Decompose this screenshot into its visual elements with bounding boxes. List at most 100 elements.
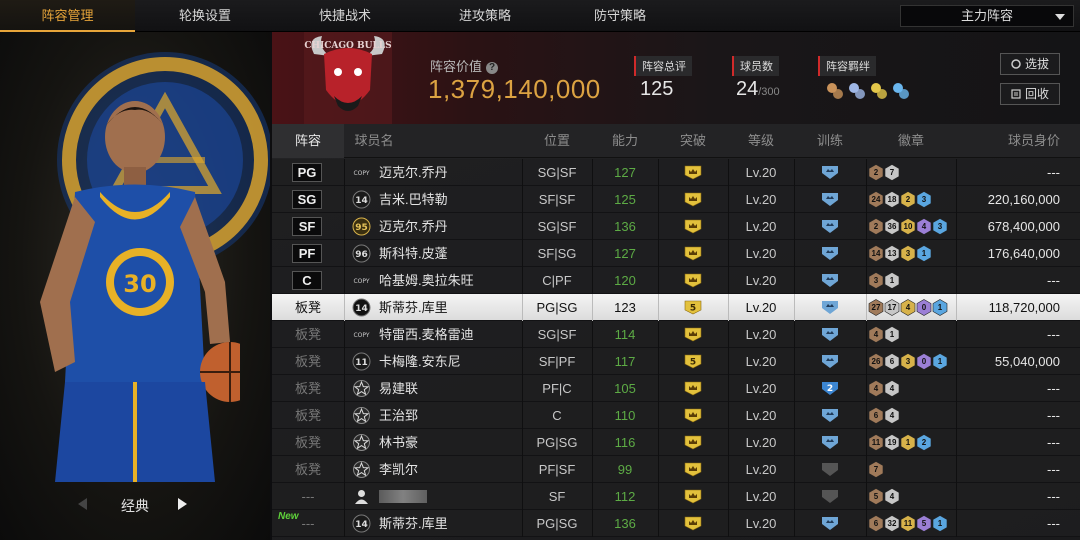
- breakthrough-crown-icon[interactable]: [684, 327, 702, 342]
- tab-offense-strategy[interactable]: 进攻策略: [415, 0, 555, 32]
- training-icon[interactable]: [820, 272, 840, 288]
- lineup-slot-label[interactable]: 板凳: [272, 321, 344, 348]
- breakthrough-crown-icon[interactable]: [684, 489, 702, 504]
- badge-blue[interactable]: 1: [932, 353, 948, 370]
- player-name[interactable]: 李凯尔: [379, 456, 418, 483]
- bond-icon-4[interactable]: [893, 83, 909, 99]
- breakthrough-crown-icon[interactable]: [684, 165, 702, 180]
- training-icon[interactable]: [820, 407, 840, 423]
- badge-bronze[interactable]: 5: [868, 488, 884, 505]
- player-name[interactable]: 易建联: [379, 375, 418, 402]
- player-name[interactable]: 王治郅: [379, 402, 418, 429]
- training-icon[interactable]: [820, 245, 840, 261]
- badge-silver[interactable]: 32: [884, 515, 900, 532]
- breakthrough-crown-icon[interactable]: [684, 246, 702, 261]
- badge-silver[interactable]: 4: [884, 488, 900, 505]
- player-name[interactable]: 迈克尔.乔丹: [379, 213, 448, 240]
- select-button[interactable]: 选拔: [1000, 53, 1060, 75]
- player-name[interactable]: 斯科特.皮蓬: [379, 240, 448, 267]
- badge-blue[interactable]: 3: [916, 191, 932, 208]
- badge-gold[interactable]: 10: [900, 218, 916, 235]
- badge-bronze[interactable]: 7: [868, 461, 884, 478]
- player-name[interactable]: 卡梅隆.安东尼: [379, 348, 461, 375]
- badge-blue[interactable]: 1: [932, 299, 948, 316]
- badge-purple[interactable]: 4: [916, 218, 932, 235]
- badge-bronze[interactable]: 14: [868, 245, 884, 262]
- badge-silver[interactable]: 17: [884, 299, 900, 316]
- badge-bronze[interactable]: 4: [868, 380, 884, 397]
- badge-gold[interactable]: 11: [900, 515, 916, 532]
- breakthrough-crown-icon[interactable]: [684, 192, 702, 207]
- player-name[interactable]: 特雷西.麦格雷迪: [379, 321, 474, 348]
- badge-silver[interactable]: 1: [884, 272, 900, 289]
- col-training[interactable]: 训练: [794, 124, 866, 158]
- player-name[interactable]: 吉米.巴特勒: [379, 186, 448, 213]
- table-row[interactable]: 板凳 COPY 特雷西.麦格雷迪 SG|SF 114 Lv.20 4 1 ---: [272, 321, 1080, 348]
- table-row[interactable]: 板凳 王治郅 C 110 Lv.20 6 4 ---: [272, 402, 1080, 429]
- badge-gold[interactable]: 1: [900, 434, 916, 451]
- lineup-slot-label[interactable]: 板凳: [272, 348, 344, 375]
- badge-blue[interactable]: 3: [932, 218, 948, 235]
- training-locked-icon[interactable]: [820, 488, 840, 504]
- lineup-slot-badge[interactable]: C: [292, 271, 322, 290]
- badge-bronze[interactable]: 24: [868, 191, 884, 208]
- table-row[interactable]: SG 14 吉米.巴特勒 SF|SF 125 Lv.20 24 18 2 3 220,160,000: [272, 186, 1080, 213]
- badge-purple[interactable]: 5: [916, 515, 932, 532]
- badge-bronze[interactable]: 26: [868, 353, 884, 370]
- tab-lineup-management[interactable]: 阵容管理: [0, 0, 135, 32]
- badge-silver[interactable]: 7: [884, 164, 900, 181]
- training-icon[interactable]: [820, 299, 840, 315]
- help-icon[interactable]: ?: [486, 62, 499, 74]
- badge-silver[interactable]: 4: [884, 380, 900, 397]
- badge-bronze[interactable]: 2: [868, 218, 884, 235]
- col-price[interactable]: 球员身价: [972, 124, 1080, 158]
- training-icon[interactable]: [820, 515, 840, 531]
- lineup-slot-badge[interactable]: PF: [292, 244, 322, 263]
- bond-icons[interactable]: [824, 80, 914, 102]
- badge-blue[interactable]: 1: [932, 515, 948, 532]
- col-player-name[interactable]: 球员名: [344, 124, 404, 158]
- lineup-slot-label[interactable]: 板凳: [272, 429, 344, 456]
- recycle-button[interactable]: 回收: [1000, 83, 1060, 105]
- table-row[interactable]: --- SF 112 Lv.20 5 4 ---: [272, 483, 1080, 510]
- col-lineup[interactable]: 阵容: [272, 124, 344, 158]
- badge-bronze[interactable]: 4: [868, 326, 884, 343]
- badge-purple[interactable]: 0: [916, 299, 932, 316]
- table-row[interactable]: 板凳 李凯尔 PF|SF 99 Lv.20 7 ---: [272, 456, 1080, 483]
- breakthrough-level-icon[interactable]: 5: [684, 300, 702, 315]
- lineup-slot-label[interactable]: 板凳: [272, 456, 344, 483]
- badge-bronze[interactable]: 2: [868, 164, 884, 181]
- table-row[interactable]: --- New 14 斯蒂芬.库里 PG|SG 136 Lv.20 6 32 11 5 1 ---: [272, 510, 1080, 537]
- table-row[interactable]: PG COPY 迈克尔.乔丹 SG|SF 127 Lv.20 2 7 ---: [272, 159, 1080, 186]
- training-icon[interactable]: [820, 164, 840, 180]
- badge-bronze[interactable]: 3: [868, 272, 884, 289]
- badge-gold[interactable]: 3: [900, 353, 916, 370]
- lineup-slot-label[interactable]: ---: [272, 483, 344, 510]
- breakthrough-crown-icon[interactable]: [684, 408, 702, 423]
- badge-bronze[interactable]: 6: [868, 407, 884, 424]
- badge-silver[interactable]: 19: [884, 434, 900, 451]
- badge-silver[interactable]: 18: [884, 191, 900, 208]
- table-row[interactable]: C COPY 哈基姆.奥拉朱旺 C|PF 120 Lv.20 3 1 ---: [272, 267, 1080, 294]
- col-breakthrough[interactable]: 突破: [658, 124, 728, 158]
- badge-silver[interactable]: 4: [884, 407, 900, 424]
- breakthrough-crown-icon[interactable]: [684, 219, 702, 234]
- lineup-slot-label[interactable]: 板凳: [272, 375, 344, 402]
- lineup-slot-badge[interactable]: PG: [292, 163, 322, 182]
- breakthrough-crown-icon[interactable]: [684, 462, 702, 477]
- table-row[interactable]: 板凳 14 斯蒂芬.库里 PG|SG 123 5 Lv.20 27 17 4 0 1 118,720,0…: [272, 294, 1080, 321]
- badge-silver[interactable]: 1: [884, 326, 900, 343]
- player-name[interactable]: 斯蒂芬.库里: [379, 510, 448, 537]
- training-icon[interactable]: [820, 353, 840, 369]
- training-locked-icon[interactable]: [820, 461, 840, 477]
- badge-silver[interactable]: 36: [884, 218, 900, 235]
- table-row[interactable]: PF 96 斯科特.皮蓬 SF|SG 127 Lv.20 14 13 3 1 176,640,000: [272, 240, 1080, 267]
- breakthrough-crown-icon[interactable]: [684, 516, 702, 531]
- col-position[interactable]: 位置: [522, 124, 592, 158]
- badge-bronze[interactable]: 27: [868, 299, 884, 316]
- player-name[interactable]: 迈克尔.乔丹: [379, 159, 448, 186]
- col-badges[interactable]: 徽章: [866, 124, 956, 158]
- training-icon[interactable]: [820, 326, 840, 342]
- table-row[interactable]: 板凳 易建联 PF|C 105 Lv.20 2 4 4 ---: [272, 375, 1080, 402]
- breakthrough-level-icon[interactable]: 5: [684, 354, 702, 369]
